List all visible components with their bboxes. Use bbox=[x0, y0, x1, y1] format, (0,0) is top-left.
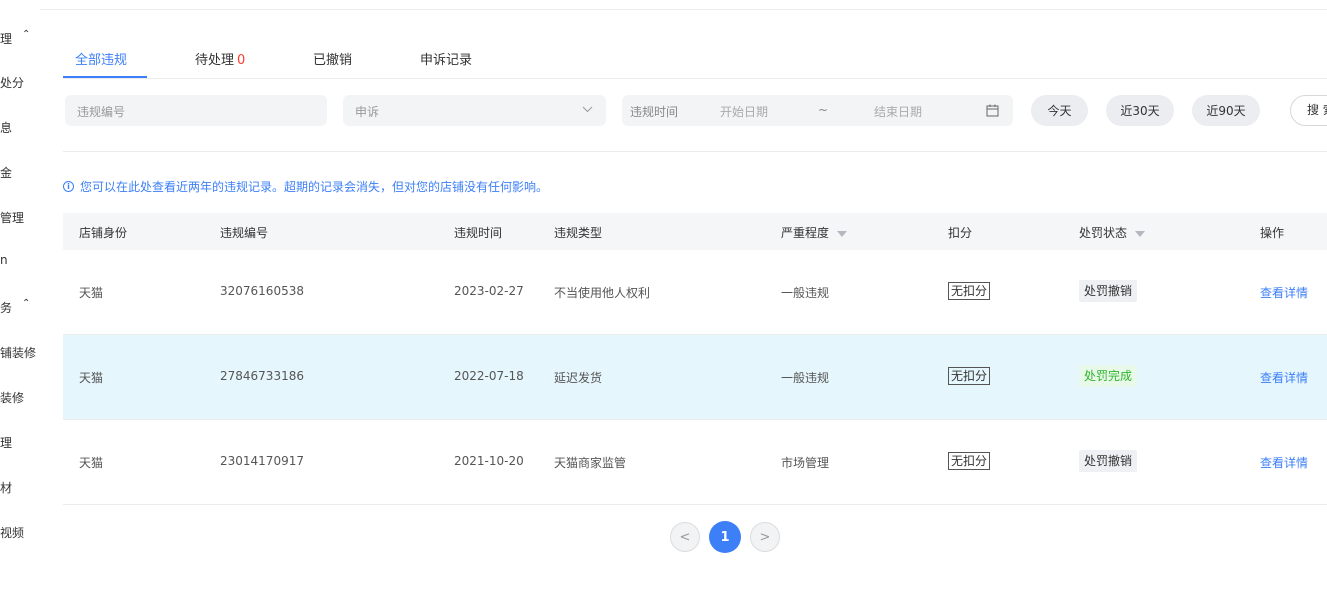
today-chip[interactable]: 今天 bbox=[1031, 95, 1088, 126]
page-1-button[interactable]: 1 bbox=[709, 521, 741, 553]
cell-time: 2022-07-18 bbox=[454, 369, 524, 383]
cell-violation-no: 32076160538 bbox=[220, 284, 304, 298]
sidebar-item[interactable]: 息 bbox=[0, 119, 12, 136]
sidebar-item-label: 理 bbox=[0, 436, 13, 450]
tab-appeal-records[interactable]: 申诉记录 bbox=[420, 49, 472, 68]
sidebar-item-label: 务 bbox=[0, 301, 13, 315]
col-severity-label: 严重程度 bbox=[781, 226, 830, 240]
active-tab-indicator bbox=[63, 76, 147, 78]
sidebar-item-label: 铺装修 bbox=[0, 346, 37, 360]
table-row: 天猫 27846733186 2022-07-18 延迟发货 一般违规 无扣分 … bbox=[63, 335, 1327, 420]
col-actions: 操作 bbox=[1260, 226, 1285, 240]
status-badge: 处罚撤销 bbox=[1079, 280, 1138, 302]
view-details-link[interactable]: 查看详情 bbox=[1260, 284, 1308, 301]
info-notice: i 您可以在此处查看近两年的违规记录。超期的记录会消失，但对您的店铺没有任何影响… bbox=[63, 178, 548, 195]
sidebar-item[interactable]: 装修 bbox=[0, 389, 24, 406]
tab-revoked[interactable]: 已撤销 bbox=[313, 49, 352, 68]
cell-time: 2023-02-27 bbox=[454, 284, 524, 298]
date-range-picker[interactable]: 违规时间 开始日期 ~ 结束日期 bbox=[622, 95, 1013, 126]
sidebar-group-2[interactable]: 务 ⌃ bbox=[0, 298, 30, 316]
cell-violation-no: 27846733186 bbox=[220, 369, 304, 383]
deduction-tag: 无扣分 bbox=[948, 367, 991, 385]
deduction-tag: 无扣分 bbox=[948, 282, 991, 300]
sidebar-item-label: 管理 bbox=[0, 211, 25, 225]
col-store-identity: 店铺身份 bbox=[79, 226, 128, 240]
deduction-tag: 无扣分 bbox=[948, 452, 991, 470]
sidebar-item[interactable]: 材 bbox=[0, 479, 12, 496]
view-details-link[interactable]: 查看详情 bbox=[1260, 454, 1308, 471]
info-icon: i bbox=[63, 181, 74, 192]
sidebar-item-label: 处分 bbox=[0, 76, 25, 90]
sidebar-item[interactable]: 视频 bbox=[0, 524, 24, 541]
cell-violation-no: 23014170917 bbox=[220, 454, 304, 468]
sidebar-group-1[interactable]: 理 ⌃ bbox=[0, 29, 30, 47]
sidebar-item[interactable]: 理 bbox=[0, 434, 12, 451]
col-violation-time: 违规时间 bbox=[454, 226, 503, 240]
appeal-select[interactable]: 申诉 bbox=[343, 95, 606, 126]
sidebar-item[interactable]: 管理 bbox=[0, 209, 24, 226]
sidebar-item-label: 金 bbox=[0, 166, 13, 180]
prev-page-button[interactable]: < bbox=[670, 522, 700, 552]
last-30-days-chip[interactable]: 近30天 bbox=[1106, 95, 1174, 126]
calendar-icon bbox=[986, 104, 999, 117]
violation-no-placeholder: 违规编号 bbox=[77, 105, 126, 119]
sidebar-item-label: 理 bbox=[0, 32, 13, 46]
cell-severity: 一般违规 bbox=[781, 286, 830, 300]
sidebar-item[interactable]: 处分 bbox=[0, 74, 24, 91]
pending-count-badge: 0 bbox=[237, 53, 246, 68]
sidebar-item[interactable]: 金 bbox=[0, 164, 12, 181]
tab-all-violations[interactable]: 全部违规 bbox=[75, 49, 127, 68]
cell-type: 延迟发货 bbox=[554, 371, 603, 385]
sidebar-item-label: 材 bbox=[0, 481, 13, 495]
cell-severity: 市场管理 bbox=[781, 456, 830, 470]
start-date-input[interactable]: 开始日期 bbox=[720, 103, 768, 120]
cell-identity: 天猫 bbox=[79, 286, 104, 300]
sidebar-item[interactable]: 铺装修 bbox=[0, 344, 36, 361]
search-button[interactable]: 搜 索 bbox=[1290, 95, 1327, 126]
tab-pending[interactable]: 待处理 0 bbox=[195, 49, 245, 68]
top-divider bbox=[40, 9, 1327, 10]
cell-time: 2021-10-20 bbox=[454, 454, 524, 468]
violation-no-input[interactable]: 违规编号 bbox=[65, 95, 327, 126]
cell-type: 天猫商家监管 bbox=[554, 456, 627, 470]
sidebar-item-label: 装修 bbox=[0, 391, 25, 405]
filter-divider bbox=[63, 151, 1327, 152]
tab-bar: 全部违规 待处理 0 已撤销 申诉记录 bbox=[63, 40, 1327, 79]
col-severity: 严重程度 bbox=[781, 224, 848, 241]
sidebar-item[interactable]: n bbox=[0, 253, 8, 267]
status-badge: 处罚完成 bbox=[1079, 365, 1138, 387]
cell-identity: 天猫 bbox=[79, 371, 104, 385]
notice-text: 您可以在此处查看近两年的违规记录。超期的记录会消失，但对您的店铺没有任何影响。 bbox=[80, 180, 549, 194]
appeal-select-value: 申诉 bbox=[355, 105, 380, 119]
cell-severity: 一般违规 bbox=[781, 371, 830, 385]
table-header: 店铺身份 违规编号 违规时间 违规类型 严重程度 扣分 处罚状态 操作 bbox=[63, 213, 1327, 250]
col-deduction: 扣分 bbox=[948, 226, 973, 240]
filter-icon[interactable] bbox=[837, 230, 848, 237]
col-penalty-status: 处罚状态 bbox=[1079, 224, 1146, 241]
cell-type: 不当使用他人权利 bbox=[554, 286, 651, 300]
col-violation-type: 违规类型 bbox=[554, 226, 603, 240]
col-penalty-status-label: 处罚状态 bbox=[1079, 226, 1128, 240]
sidebar-item-label: 息 bbox=[0, 121, 13, 135]
tab-label: 待处理 bbox=[195, 53, 235, 68]
status-badge: 处罚撤销 bbox=[1079, 450, 1138, 472]
range-separator: ~ bbox=[818, 103, 829, 117]
table-row: 天猫 32076160538 2023-02-27 不当使用他人权利 一般违规 … bbox=[63, 250, 1327, 335]
end-date-input[interactable]: 结束日期 bbox=[874, 103, 922, 120]
cell-identity: 天猫 bbox=[79, 456, 104, 470]
sidebar-item-label: n bbox=[0, 253, 8, 267]
sidebar-item-label: 视频 bbox=[0, 526, 25, 540]
view-details-link[interactable]: 查看详情 bbox=[1260, 369, 1308, 386]
next-page-button[interactable]: > bbox=[750, 522, 780, 552]
col-violation-no: 违规编号 bbox=[220, 226, 269, 240]
filter-icon[interactable] bbox=[1135, 230, 1146, 237]
chevron-up-icon: ⌃ bbox=[22, 29, 31, 40]
sidebar: 理 ⌃ 处分 息 金 管理 n 务 ⌃ 铺装修 装修 理 材 视频 bbox=[0, 0, 42, 590]
table-row: 天猫 23014170917 2021-10-20 天猫商家监管 市场管理 无扣… bbox=[63, 420, 1327, 505]
last-90-days-chip[interactable]: 近90天 bbox=[1192, 95, 1260, 126]
chevron-up-icon: ⌃ bbox=[22, 298, 31, 309]
violation-time-label: 违规时间 bbox=[630, 105, 679, 119]
chevron-down-icon bbox=[582, 106, 593, 113]
